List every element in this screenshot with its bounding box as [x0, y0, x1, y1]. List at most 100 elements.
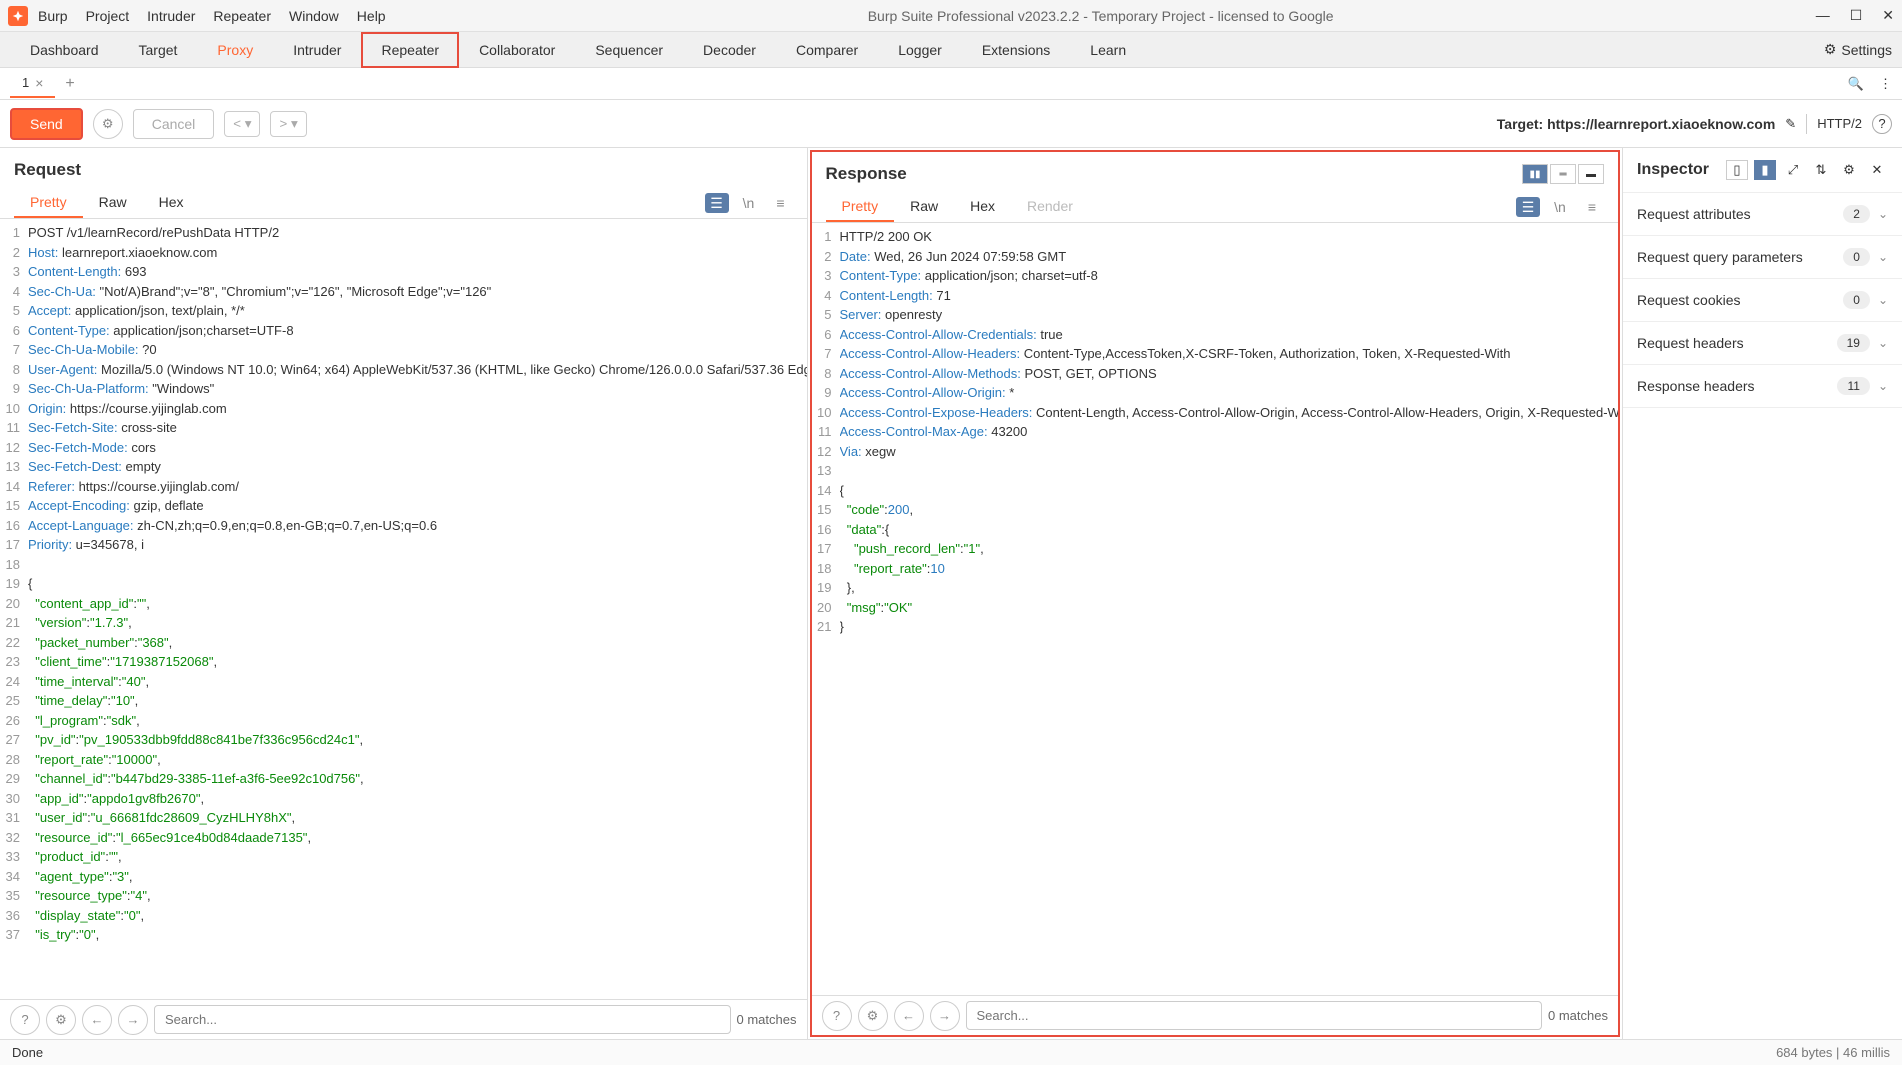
response-footer: ? ⚙ ← → 0 matches [812, 995, 1619, 1035]
main-tab-bar: DashboardTargetProxyIntruderRepeaterColl… [0, 32, 1902, 68]
pretty-toggle-icon[interactable]: ☰ [1516, 197, 1540, 217]
request-view-tabs: PrettyRawHex ☰ \n ≡ [0, 180, 807, 219]
inspector-row[interactable]: Request headers19⌄ [1623, 322, 1902, 365]
inspector-row-label: Request headers [1637, 335, 1837, 351]
repeater-tab-1[interactable]: 1 × [10, 70, 55, 98]
inspector-row-label: Request query parameters [1637, 249, 1843, 265]
newline-icon[interactable]: \n [737, 193, 761, 213]
tab-comparer[interactable]: Comparer [776, 32, 878, 68]
prev-match-icon[interactable]: ← [82, 1005, 112, 1035]
config-icon[interactable]: ⚙ [46, 1005, 76, 1035]
chevron-down-icon: ⌄ [1878, 207, 1888, 221]
tab-label: 1 [22, 75, 29, 90]
config-icon[interactable]: ⚙ [858, 1001, 888, 1031]
inspector-row-label: Request cookies [1637, 292, 1843, 308]
request-panel: Request PrettyRawHex ☰ \n ≡ 1POST /v1/le… [0, 148, 808, 1039]
view-tab-raw[interactable]: Raw [83, 188, 143, 218]
hamburger-icon[interactable]: ≡ [1580, 197, 1604, 217]
settings-button[interactable]: ⚙ [93, 109, 123, 139]
expand-icon[interactable]: ⤢ [1782, 160, 1804, 180]
workspace: Request PrettyRawHex ☰ \n ≡ 1POST /v1/le… [0, 148, 1902, 1039]
newline-icon[interactable]: \n [1548, 197, 1572, 217]
window-title: Burp Suite Professional v2023.2.2 - Temp… [386, 8, 1816, 24]
help-icon[interactable]: ? [1872, 114, 1892, 134]
tab-extensions[interactable]: Extensions [962, 32, 1070, 68]
settings-link[interactable]: ⚙ Settings [1824, 41, 1892, 58]
view-tab-render[interactable]: Render [1011, 192, 1089, 222]
response-viewer[interactable]: 1HTTP/2 200 OK2Date: Wed, 26 Jun 2024 07… [812, 223, 1619, 995]
pretty-toggle-icon[interactable]: ☰ [705, 193, 729, 213]
inspector-row[interactable]: Request attributes2⌄ [1623, 193, 1902, 236]
tab-intruder[interactable]: Intruder [273, 32, 361, 68]
close-tab-icon[interactable]: × [35, 75, 43, 91]
response-search-input[interactable] [966, 1001, 1543, 1030]
view-tab-raw[interactable]: Raw [894, 192, 954, 222]
history-back-button[interactable]: < ▾ [224, 111, 260, 137]
request-footer: ? ⚙ ← → 0 matches [0, 999, 807, 1039]
cancel-button[interactable]: Cancel [133, 109, 215, 139]
tab-logger[interactable]: Logger [878, 32, 962, 68]
inspector-row-label: Response headers [1637, 378, 1837, 394]
options-icon[interactable]: ⋮ [1879, 76, 1892, 92]
layout-split-icon[interactable]: ▮▮ [1522, 164, 1548, 184]
send-button[interactable]: Send [10, 108, 83, 140]
close-icon[interactable]: ✕ [1866, 160, 1888, 180]
chevron-down-icon: ⌄ [1878, 293, 1888, 307]
help-icon[interactable]: ? [822, 1001, 852, 1031]
next-match-icon[interactable]: → [930, 1001, 960, 1031]
view-tab-pretty[interactable]: Pretty [826, 192, 895, 222]
count-badge: 19 [1837, 334, 1870, 352]
view-tab-hex[interactable]: Hex [954, 192, 1011, 222]
layout-single-icon[interactable]: ▬ [1578, 164, 1604, 184]
minimize-icon[interactable]: — [1816, 7, 1830, 24]
help-icon[interactable]: ? [10, 1005, 40, 1035]
menu-burp[interactable]: Burp [38, 8, 68, 24]
filter-icon[interactable]: ⇅ [1810, 160, 1832, 180]
close-icon[interactable]: ✕ [1882, 7, 1894, 24]
tab-collaborator[interactable]: Collaborator [459, 32, 575, 68]
window-controls: — ☐ ✕ [1816, 7, 1894, 24]
status-left: Done [12, 1045, 43, 1060]
next-match-icon[interactable]: → [118, 1005, 148, 1035]
menu-intruder[interactable]: Intruder [147, 8, 195, 24]
menu-bar: Burp Project Intruder Repeater Window Help [38, 8, 386, 24]
search-icon[interactable]: 🔍 [1848, 76, 1864, 92]
response-match-count: 0 matches [1548, 1008, 1608, 1023]
add-tab-button[interactable]: + [55, 70, 84, 98]
menu-help[interactable]: Help [357, 8, 386, 24]
layout-a-icon[interactable]: ▯ [1726, 160, 1748, 180]
inspector-row[interactable]: Response headers11⌄ [1623, 365, 1902, 408]
tab-target[interactable]: Target [119, 32, 198, 68]
app-icon [8, 6, 28, 26]
hamburger-icon[interactable]: ≡ [769, 193, 793, 213]
menu-repeater[interactable]: Repeater [213, 8, 271, 24]
view-tab-hex[interactable]: Hex [143, 188, 200, 218]
view-tab-pretty[interactable]: Pretty [14, 188, 83, 218]
gear-icon[interactable]: ⚙ [1838, 160, 1860, 180]
tab-sequencer[interactable]: Sequencer [575, 32, 683, 68]
inspector-panel: Inspector ▯ ▮ ⤢ ⇅ ⚙ ✕ Request attributes… [1622, 148, 1902, 1039]
tab-dashboard[interactable]: Dashboard [10, 32, 119, 68]
menu-project[interactable]: Project [86, 8, 130, 24]
inspector-row[interactable]: Request cookies0 ⌄ [1623, 279, 1902, 322]
status-bar: Done 684 bytes | 46 millis [0, 1039, 1902, 1065]
count-badge: 0 [1843, 291, 1870, 309]
request-editor[interactable]: 1POST /v1/learnRecord/rePushData HTTP/22… [0, 219, 807, 999]
layout-horiz-icon[interactable]: ═ [1550, 164, 1576, 184]
menu-window[interactable]: Window [289, 8, 339, 24]
history-forward-button[interactable]: > ▾ [270, 111, 306, 137]
response-view-tabs: PrettyRawHexRender ☰ \n ≡ [812, 184, 1619, 223]
tab-decoder[interactable]: Decoder [683, 32, 776, 68]
edit-target-icon[interactable]: ✎ [1785, 116, 1796, 132]
inspector-row[interactable]: Request query parameters0⌄ [1623, 236, 1902, 279]
tab-proxy[interactable]: Proxy [197, 32, 273, 68]
prev-match-icon[interactable]: ← [894, 1001, 924, 1031]
maximize-icon[interactable]: ☐ [1850, 7, 1863, 24]
tab-learn[interactable]: Learn [1070, 32, 1146, 68]
request-title: Request [14, 160, 81, 180]
layout-b-icon[interactable]: ▮ [1754, 160, 1776, 180]
tab-repeater[interactable]: Repeater [361, 32, 459, 68]
gear-icon: ⚙ [1824, 41, 1837, 58]
request-search-input[interactable] [154, 1005, 731, 1034]
count-badge: 0 [1843, 248, 1870, 266]
